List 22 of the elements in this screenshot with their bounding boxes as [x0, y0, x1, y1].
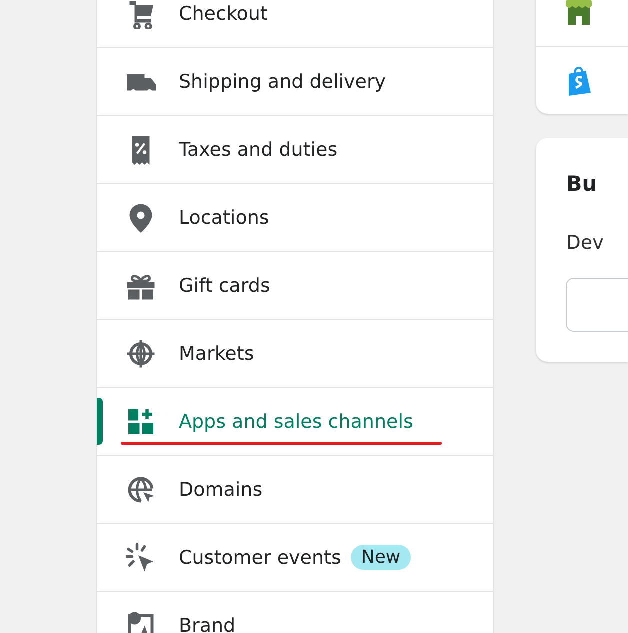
settings-nav-item[interactable]: Shipping and delivery [97, 48, 494, 116]
globe-icon [126, 338, 156, 368]
card-button[interactable] [566, 278, 628, 332]
apps-icon [126, 406, 156, 436]
card-description: Dev [566, 232, 605, 254]
settings-nav-item[interactable]: Domains [97, 456, 494, 524]
settings-nav-item[interactable]: Checkout [97, 0, 494, 48]
settings-nav-item[interactable]: Gift cards [97, 252, 494, 320]
new-badge: New [351, 545, 411, 570]
active-indicator [97, 398, 103, 445]
sparkle-cursor-icon [126, 542, 156, 572]
settings-nav-item[interactable]: Brand [97, 592, 494, 633]
settings-nav-item[interactable]: Customer events New [97, 524, 494, 592]
shopping-bag-icon [566, 66, 592, 96]
globe-cursor-icon [126, 474, 156, 504]
settings-nav-item[interactable]: Locations [97, 184, 494, 252]
storefront-icon [566, 0, 592, 27]
card-heading: Bu [566, 172, 598, 196]
settings-nav-item[interactable]: Taxes and duties [97, 116, 494, 184]
settings-nav-item[interactable]: Apps and sales channels [97, 388, 494, 456]
settings-nav-item[interactable]: Markets [97, 320, 494, 388]
brand-icon [126, 610, 156, 633]
